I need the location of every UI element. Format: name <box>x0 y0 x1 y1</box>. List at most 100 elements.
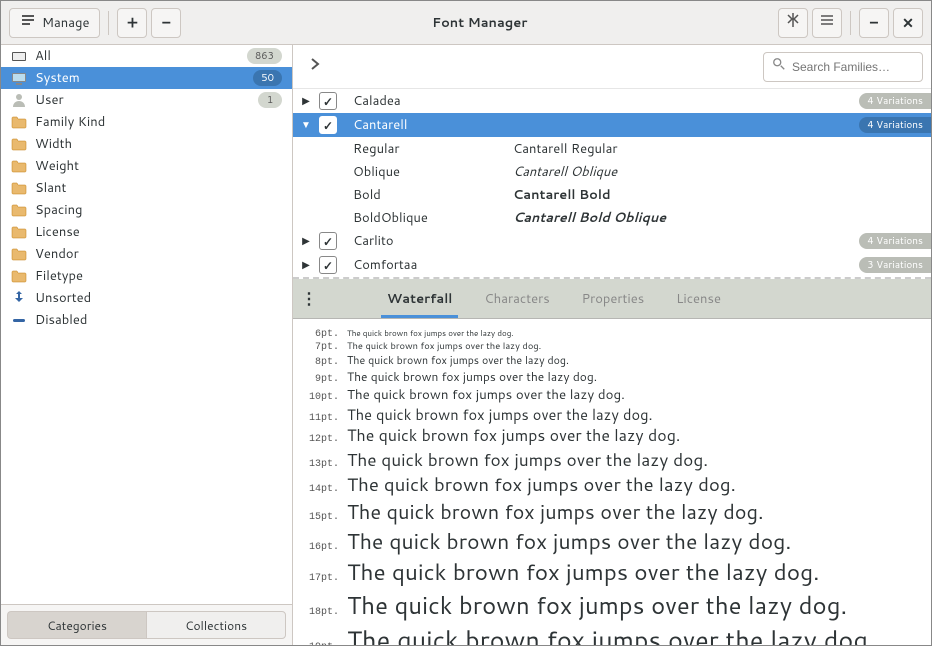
tools-icon <box>785 12 801 33</box>
expand-toggle[interactable]: ▶ <box>299 94 313 108</box>
waterfall-size-label: 18pt. <box>303 607 339 618</box>
system-icon <box>11 70 27 86</box>
waterfall-text: The quick brown fox jumps over the lazy … <box>347 588 847 622</box>
waterfall-size-label: 17pt. <box>303 573 339 584</box>
folder-icon <box>11 224 27 240</box>
sidebar-item-filetype[interactable]: Filetype <box>1 265 292 287</box>
sidebar-item-label: Family Kind <box>35 113 282 131</box>
waterfall-text: The quick brown fox jumps over the lazy … <box>347 353 569 368</box>
font-row-carlito[interactable]: ▶ Carlito 4 Variations <box>293 229 931 253</box>
font-row-cantarell[interactable]: ▼ Cantarell 4 Variations <box>293 113 931 137</box>
menu-button[interactable] <box>812 8 842 38</box>
expand-toggle[interactable]: ▶ <box>299 234 313 248</box>
waterfall-text: The quick brown fox jumps over the lazy … <box>347 368 597 385</box>
waterfall-line: 16pt. The quick brown fox jumps over the… <box>303 526 921 556</box>
tab-properties[interactable]: Properties <box>576 279 651 318</box>
sidebar-item-weight[interactable]: Weight <box>1 155 292 177</box>
expand-toggle[interactable]: ▼ <box>299 118 313 132</box>
variant-name: Regular <box>353 140 513 158</box>
sidebar-item-spacing[interactable]: Spacing <box>1 199 292 221</box>
add-button[interactable]: + <box>117 8 147 38</box>
waterfall-text: The quick brown fox jumps over the lazy … <box>347 447 708 472</box>
waterfall-preview: 6pt. The quick brown fox jumps over the … <box>293 319 931 645</box>
font-name: Caladea <box>353 92 853 110</box>
variant-row[interactable]: BoldOblique Cantarell Bold Oblique <box>293 206 931 229</box>
sidebar-item-unsorted[interactable]: Unsorted <box>1 287 292 309</box>
variant-row[interactable]: Regular Cantarell Regular <box>293 137 931 160</box>
waterfall-size-label: 10pt. <box>303 392 339 403</box>
font-checkbox[interactable] <box>319 92 337 110</box>
variant-row[interactable]: Oblique Cantarell Oblique <box>293 160 931 183</box>
tab-waterfall[interactable]: Waterfall <box>381 279 458 318</box>
variant-row[interactable]: Bold Cantarell Bold <box>293 183 931 206</box>
waterfall-line: 19pt. The quick brown fox jumps over the… <box>303 622 921 645</box>
font-checkbox[interactable] <box>319 232 337 250</box>
fonts-icon <box>20 12 36 33</box>
preview-menu-button[interactable]: ⋮ <box>301 287 321 310</box>
remove-button[interactable]: − <box>151 8 181 38</box>
sidebar-item-all[interactable]: All 863 <box>1 45 292 67</box>
plus-icon: + <box>127 11 138 34</box>
variations-badge: 3 Variations <box>859 257 931 273</box>
tools-button[interactable] <box>778 8 808 38</box>
variations-badge: 4 Variations <box>859 233 931 249</box>
main-panel: ▶ Caladea 4 Variations▼ Cantarell 4 Vari… <box>293 45 931 645</box>
folder-icon <box>11 268 27 284</box>
all-icon <box>11 48 27 64</box>
folder-icon <box>11 180 27 196</box>
font-checkbox[interactable] <box>319 256 337 274</box>
waterfall-text: The quick brown fox jumps over the lazy … <box>347 498 764 526</box>
sidebar-item-user[interactable]: User 1 <box>1 89 292 111</box>
categories-tab[interactable]: Categories <box>7 611 146 639</box>
sidebar-item-label: All <box>35 47 239 65</box>
sidebar-item-label: License <box>35 223 282 241</box>
sidebar-item-label: Width <box>35 135 282 153</box>
tab-license[interactable]: License <box>670 279 727 318</box>
search-box[interactable] <box>763 52 923 82</box>
font-row-comfortaa[interactable]: ▶ Comfortaa 3 Variations <box>293 253 931 277</box>
sidebar-mode-switch: Categories Collections <box>1 604 292 645</box>
sidebar-item-width[interactable]: Width <box>1 133 292 155</box>
font-row-caladea[interactable]: ▶ Caladea 4 Variations <box>293 89 931 113</box>
font-checkbox[interactable] <box>319 116 337 134</box>
waterfall-size-label: 11pt. <box>303 413 339 424</box>
back-button[interactable] <box>301 53 329 81</box>
variant-name: Oblique <box>353 163 513 181</box>
manage-label: Manage <box>42 14 89 32</box>
sidebar-item-label: Slant <box>35 179 282 197</box>
unsorted-icon <box>11 290 27 306</box>
waterfall-line: 15pt. The quick brown fox jumps over the… <box>303 498 921 526</box>
waterfall-text: The quick brown fox jumps over the lazy … <box>347 425 680 447</box>
waterfall-text: The quick brown fox jumps over the lazy … <box>347 340 541 353</box>
waterfall-size-label: 12pt. <box>303 434 339 445</box>
main-toolbar <box>293 45 931 89</box>
waterfall-line: 14pt. The quick brown fox jumps over the… <box>303 472 921 498</box>
hamburger-icon <box>819 12 835 33</box>
close-button[interactable]: ✕ <box>893 8 923 38</box>
variations-badge: 4 Variations <box>859 93 931 109</box>
sidebar-item-system[interactable]: System 50 <box>1 67 292 89</box>
expand-toggle[interactable]: ▶ <box>299 258 313 272</box>
sidebar-item-vendor[interactable]: Vendor <box>1 243 292 265</box>
tab-characters[interactable]: Characters <box>478 279 555 318</box>
waterfall-size-label: 6pt. <box>303 329 339 340</box>
waterfall-size-label: 14pt. <box>303 484 339 495</box>
search-input[interactable] <box>792 60 932 74</box>
sidebar-item-disabled[interactable]: Disabled <box>1 309 292 331</box>
font-name: Cantarell <box>353 116 853 134</box>
sidebar-item-family-kind[interactable]: Family Kind <box>1 111 292 133</box>
waterfall-size-label: 15pt. <box>303 512 339 523</box>
collections-tab[interactable]: Collections <box>146 611 286 639</box>
minimize-button[interactable]: − <box>859 8 889 38</box>
waterfall-size-label: 19pt. <box>303 642 339 645</box>
folder-icon <box>11 246 27 262</box>
sidebar-item-slant[interactable]: Slant <box>1 177 292 199</box>
sidebar-item-license[interactable]: License <box>1 221 292 243</box>
folder-icon <box>11 136 27 152</box>
waterfall-line: 6pt. The quick brown fox jumps over the … <box>303 327 921 340</box>
close-icon: ✕ <box>902 13 914 33</box>
waterfall-line: 7pt. The quick brown fox jumps over the … <box>303 340 921 353</box>
waterfall-line: 17pt. The quick brown fox jumps over the… <box>303 556 921 588</box>
manage-button[interactable]: Manage <box>9 8 100 38</box>
minus-icon: − <box>162 11 171 34</box>
